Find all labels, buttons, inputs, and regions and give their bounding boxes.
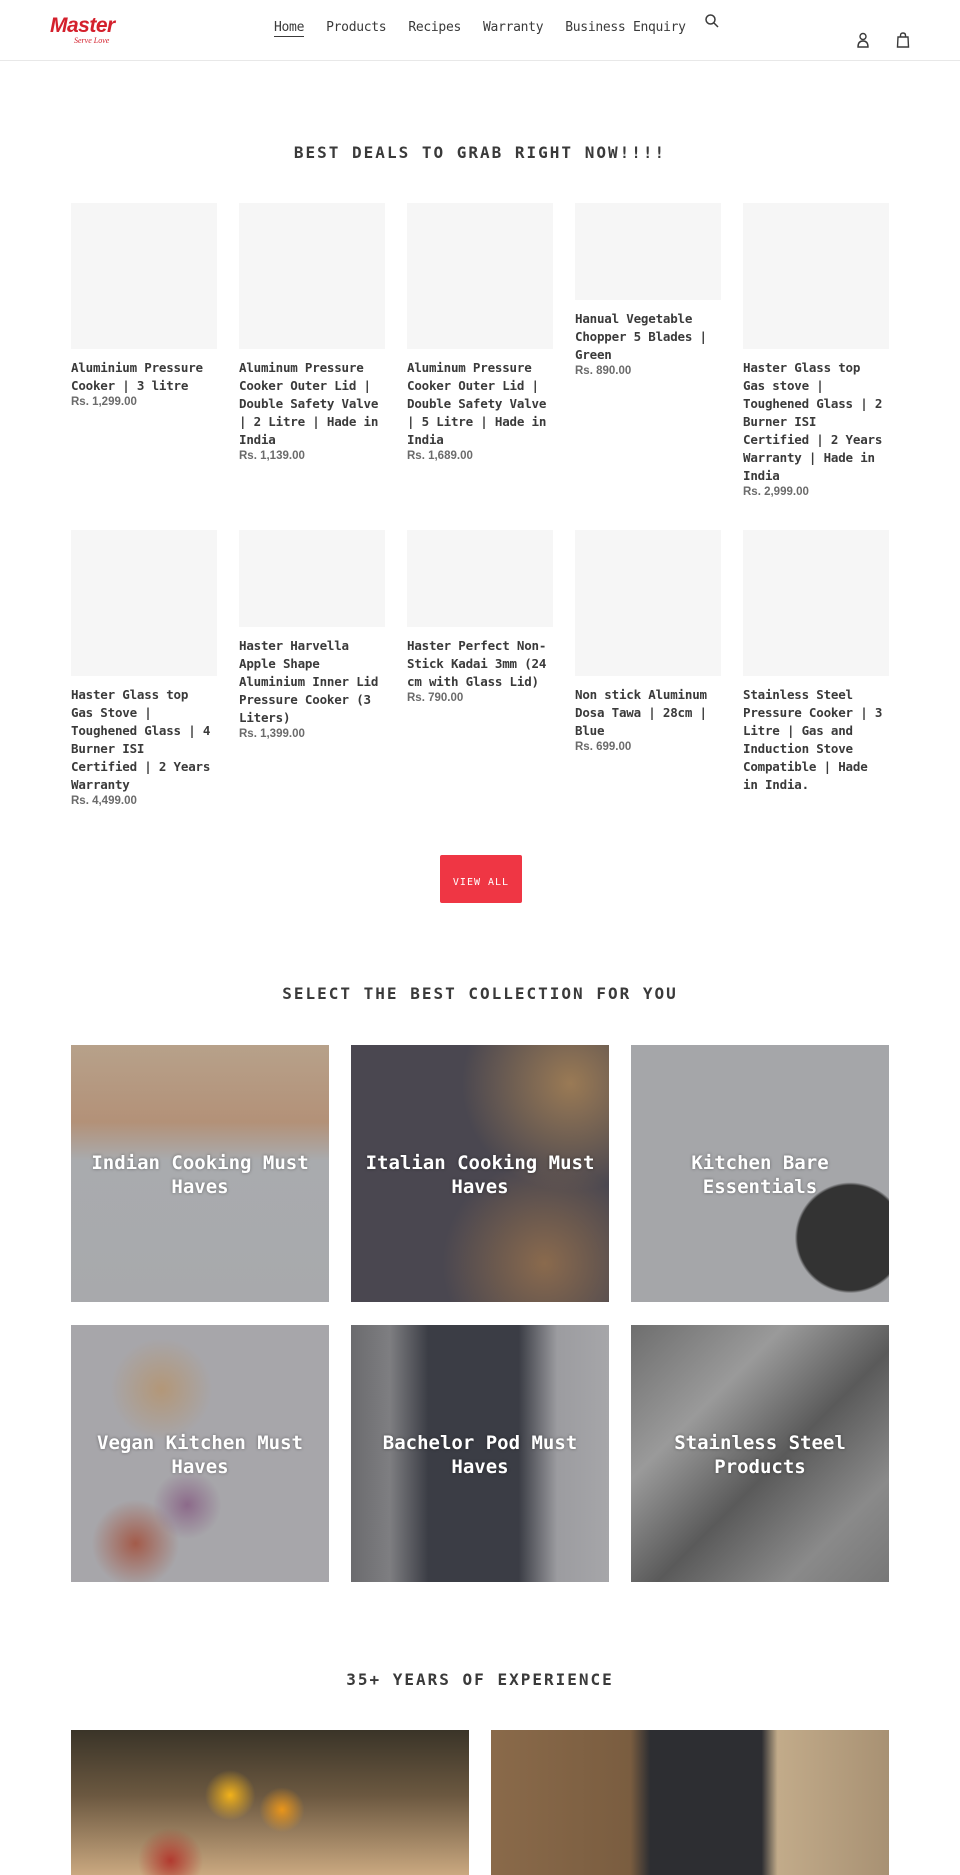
experience-image-workshop <box>491 1730 889 1875</box>
product-image[interactable] <box>575 530 721 676</box>
experience-title: 35+ YEARS OF EXPERIENCE <box>346 1670 614 1689</box>
product-card[interactable]: Stainless Steel Pressure Cooker | 3 Litr… <box>743 530 889 795</box>
collection-label: Stainless Steel Products <box>674 1432 846 1478</box>
product-image[interactable] <box>71 530 217 676</box>
product-card[interactable]: Aluminium Pressure Cooker | 3 litre Rs. … <box>71 203 217 408</box>
product-image[interactable] <box>239 203 385 349</box>
product-image[interactable] <box>71 203 217 349</box>
nav-recipes[interactable]: Recipes <box>408 20 461 37</box>
product-image[interactable] <box>407 203 553 349</box>
logo-tagline: Serve Love <box>74 36 110 45</box>
product-card[interactable]: Haster Glass top Gas stove | Toughened G… <box>743 203 889 498</box>
workshop-photo <box>491 1730 889 1875</box>
collection-label: Italian Cooking Must Haves <box>365 1152 595 1198</box>
breakfast-photo <box>71 1730 469 1875</box>
nav-business-enquiry[interactable]: Business Enquiry <box>565 20 686 37</box>
collection-indian[interactable]: Indian Cooking Must Haves <box>71 1045 329 1302</box>
logo-text: Master <box>50 14 115 37</box>
deals-title: BEST DEALS TO GRAB RIGHT NOW!!!! <box>293 143 667 162</box>
product-card[interactable]: Haster Perfect Non-Stick Kadai 3mm (24 c… <box>407 530 553 704</box>
product-name[interactable]: Haster Perfect Non-Stick Kadai 3mm (24 c… <box>407 637 553 691</box>
logo[interactable]: Master Serve Love <box>50 14 142 46</box>
product-name[interactable]: Non stick Aluminum Dosa Tawa | 28cm | Bl… <box>575 686 721 740</box>
product-image[interactable] <box>239 530 385 627</box>
product-name[interactable]: Stainless Steel Pressure Cooker | 3 Litr… <box>743 686 889 794</box>
product-card[interactable]: Non stick Aluminum Dosa Tawa | 28cm | Bl… <box>575 530 721 753</box>
nav-warranty[interactable]: Warranty <box>483 20 544 37</box>
product-price: Rs. 1,399.00 <box>239 728 305 740</box>
product-price: Rs. 1,299.00 <box>71 396 137 408</box>
product-name[interactable]: Haster Glass top Gas stove | Toughened G… <box>743 359 889 485</box>
product-card[interactable]: Haster Harvella Apple Shape Aluminium In… <box>239 530 385 740</box>
collection-vegan[interactable]: Vegan Kitchen Must Haves <box>71 1325 329 1582</box>
product-image[interactable] <box>743 530 889 676</box>
product-name[interactable]: Haster Harvella Apple Shape Aluminium In… <box>239 637 385 727</box>
nav-home[interactable]: Home <box>274 20 304 37</box>
product-name[interactable]: Aluminum Pressure Cooker Outer Lid | Dou… <box>407 359 553 449</box>
user-icon[interactable] <box>856 32 870 48</box>
product-image[interactable] <box>407 530 553 627</box>
product-price: Rs. 1,139.00 <box>239 450 305 462</box>
cart-icon[interactable] <box>896 32 910 48</box>
collection-kitchen-bare[interactable]: Kitchen Bare Essentials <box>631 1045 889 1302</box>
product-card[interactable]: Aluminum Pressure Cooker Outer Lid | Dou… <box>407 203 553 462</box>
product-price: Rs. 4,499.00 <box>71 795 137 807</box>
product-name[interactable]: Aluminum Pressure Cooker Outer Lid | Dou… <box>239 359 385 449</box>
view-all-button[interactable]: VIEW ALL <box>440 855 522 903</box>
main-nav: Home Products Recipes Warranty Business … <box>274 20 686 37</box>
product-name[interactable]: Aluminium Pressure Cooker | 3 litre <box>71 359 217 395</box>
nav-products[interactable]: Products <box>326 20 387 37</box>
collection-label: Vegan Kitchen Must Haves <box>97 1432 303 1478</box>
product-price: Rs. 890.00 <box>575 365 632 377</box>
experience-image-breakfast <box>71 1730 469 1875</box>
collection-label: Kitchen Bare Essentials <box>691 1152 829 1198</box>
product-price: Rs. 790.00 <box>407 692 464 704</box>
product-price: Rs. 699.00 <box>575 741 632 753</box>
product-name[interactable]: Hanual Vegetable Chopper 5 Blades | Gree… <box>575 310 721 364</box>
site-header: Master Serve Love Home Products Recipes … <box>0 0 960 61</box>
collections-title: SELECT THE BEST COLLECTION FOR YOU <box>282 984 678 1003</box>
collection-italian[interactable]: Italian Cooking Must Haves <box>351 1045 609 1302</box>
product-image[interactable] <box>575 203 721 300</box>
product-name[interactable]: Haster Glass top Gas Stove | Toughened G… <box>71 686 217 794</box>
collection-bachelor[interactable]: Bachelor Pod Must Haves <box>351 1325 609 1582</box>
product-card[interactable]: Aluminum Pressure Cooker Outer Lid | Dou… <box>239 203 385 462</box>
product-card[interactable]: Hanual Vegetable Chopper 5 Blades | Gree… <box>575 203 721 377</box>
product-price: Rs. 2,999.00 <box>743 486 809 498</box>
collection-label: Indian Cooking Must Haves <box>91 1152 309 1198</box>
product-card[interactable]: Haster Glass top Gas Stove | Toughened G… <box>71 530 217 807</box>
search-icon[interactable] <box>704 13 720 29</box>
product-price: Rs. 1,689.00 <box>407 450 473 462</box>
product-image[interactable] <box>743 203 889 349</box>
collection-label: Bachelor Pod Must Haves <box>382 1432 578 1478</box>
collection-stainless-steel[interactable]: Stainless Steel Products <box>631 1325 889 1582</box>
